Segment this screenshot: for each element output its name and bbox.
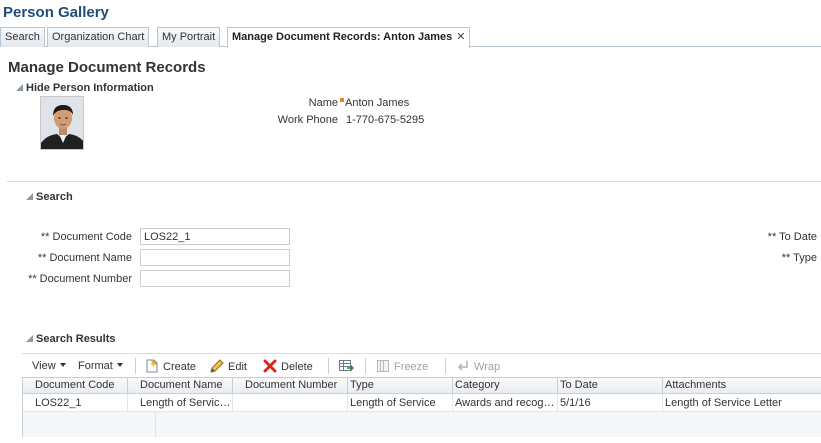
hide-person-info-toggle[interactable]: Hide Person Information <box>16 82 154 94</box>
column-header-type[interactable]: Type <box>348 378 453 394</box>
tab-my-portrait[interactable]: My Portrait <box>157 27 221 47</box>
export-button[interactable] <box>338 358 357 374</box>
type-label: ** Type <box>781 252 817 264</box>
tab-bar: Search Organization Chart My Portrait Ma… <box>0 26 821 48</box>
freeze-columns-icon <box>377 360 389 372</box>
chevron-down-icon <box>59 363 66 367</box>
work-phone-value: 1-770-675-5295 <box>346 114 425 126</box>
table-cell[interactable]: Awards and recogn... <box>453 394 558 412</box>
table-cell[interactable] <box>233 394 348 412</box>
app-title: Person Gallery <box>3 4 109 21</box>
button-label: Freeze <box>394 361 429 373</box>
wrap-icon <box>457 361 468 371</box>
column-header-attachments[interactable]: Attachments <box>663 378 821 394</box>
toolbar-separator <box>365 358 366 374</box>
create-button[interactable]: Create <box>144 358 196 374</box>
tab-label: Manage Document Records: Anton James <box>232 31 453 43</box>
table-cell[interactable]: LOS22_1 <box>23 394 128 412</box>
chevron-down-icon <box>116 363 123 367</box>
section-label: Hide Person Information <box>26 82 154 94</box>
section-label: Search <box>36 191 73 203</box>
column-header-to-date[interactable]: To Date <box>558 378 663 394</box>
format-menu[interactable]: Format <box>78 358 123 374</box>
export-icon <box>339 360 354 372</box>
name-value: Anton James <box>345 97 410 109</box>
table-grid-line <box>155 412 156 437</box>
tab-label: Search <box>5 31 40 43</box>
delete-button[interactable]: Delete <box>262 358 313 374</box>
wrap-button[interactable]: Wrap <box>455 358 500 374</box>
view-menu[interactable]: View <box>32 358 66 374</box>
required-indicator-icon <box>340 98 344 102</box>
tab-organization-chart[interactable]: Organization Chart <box>47 27 150 47</box>
tab-label: My Portrait <box>162 31 216 43</box>
button-label: Edit <box>228 361 247 373</box>
button-label: Create <box>163 361 197 373</box>
tab-label: Organization Chart <box>52 31 145 43</box>
page-title: Manage Document Records <box>8 59 206 76</box>
document-number-label: ** Document Number <box>28 273 132 285</box>
section-divider <box>7 181 821 182</box>
document-number-input[interactable] <box>140 270 290 287</box>
section-label: Search Results <box>36 333 116 345</box>
tab-manage-document-records[interactable]: Manage Document Records: Anton James ✕ <box>227 27 471 48</box>
document-code-label: ** Document Code <box>40 231 132 243</box>
disclosure-triangle-icon <box>26 335 33 342</box>
disclosure-triangle-icon <box>16 84 23 91</box>
document-name-label: ** Document Name <box>37 252 132 264</box>
person-photo <box>40 96 84 150</box>
table-cell[interactable]: Length of Service R... <box>128 394 233 412</box>
document-code-input[interactable] <box>140 228 290 245</box>
table-empty-area <box>23 412 821 437</box>
column-header-document-name[interactable]: Document Name <box>128 378 233 394</box>
document-name-input[interactable] <box>140 249 290 266</box>
work-phone-label: Work Phone <box>277 114 338 126</box>
name-label: Name <box>308 97 338 109</box>
column-header-category[interactable]: Category <box>453 378 558 394</box>
person-avatar-icon <box>41 97 83 149</box>
to-date-label: ** To Date <box>767 231 817 243</box>
close-tab-icon[interactable]: ✕ <box>456 31 465 43</box>
attachment-link[interactable]: Length of Service Letter <box>663 394 821 412</box>
button-label: Wrap <box>474 361 501 373</box>
tab-search[interactable]: Search <box>0 27 45 47</box>
search-results-toggle[interactable]: Search Results <box>26 333 115 345</box>
disclosure-triangle-icon <box>26 193 33 200</box>
red-x-icon <box>263 359 277 373</box>
menu-label: Format <box>78 360 113 372</box>
pencil-icon <box>210 359 224 373</box>
table-cell[interactable]: Length of Service <box>348 394 453 412</box>
toolbar-separator <box>445 358 446 374</box>
toolbar-separator <box>328 358 329 374</box>
create-document-icon <box>146 359 158 373</box>
button-label: Delete <box>281 361 313 373</box>
edit-button[interactable]: Edit <box>209 358 247 374</box>
results-toolbar: View Format Create Edit Delete Freeze Wr… <box>22 353 821 377</box>
search-section-toggle[interactable]: Search <box>26 191 73 203</box>
menu-label: View <box>32 360 56 372</box>
table-cell[interactable]: 5/1/16 <box>558 394 663 412</box>
freeze-button[interactable]: Freeze <box>375 358 428 374</box>
column-header-document-number[interactable]: Document Number <box>233 378 348 394</box>
toolbar-separator <box>135 358 136 374</box>
results-table: Document Code Document Name Document Num… <box>22 377 821 437</box>
column-header-document-code[interactable]: Document Code <box>23 378 128 394</box>
